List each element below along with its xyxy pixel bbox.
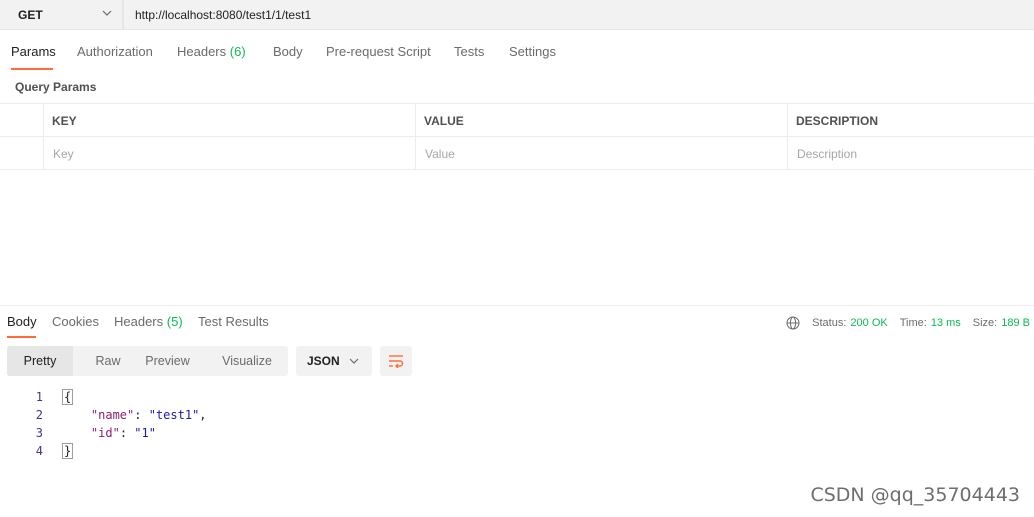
description-input[interactable]: Description [797, 137, 1032, 170]
line-number: 2 [35, 408, 43, 422]
request-url-bar: GET http://localhost:8080/test1/1/test1 [0, 0, 1034, 31]
wrap-lines-icon [389, 355, 404, 368]
chevron-down-icon [349, 358, 359, 364]
method-select[interactable]: GET [0, 0, 123, 30]
column-header-description: DESCRIPTION [796, 113, 879, 128]
line-number: 3 [35, 426, 43, 440]
value-input[interactable]: Value [425, 137, 785, 170]
response-headers-count-badge: (5) [166, 314, 183, 329]
active-response-tab-indicator [7, 336, 36, 338]
json-key: "name" [90, 408, 135, 422]
active-tab-indicator [11, 68, 53, 70]
url-input[interactable]: http://localhost:8080/test1/1/test1 [123, 0, 1034, 30]
json-value: "1" [134, 426, 156, 440]
response-status-bar: Status: 200 OK Time: 13 ms Size: 189 B [786, 314, 1030, 332]
size-value[interactable]: 189 B [1001, 317, 1030, 329]
response-tab-test-results[interactable]: Test Results [198, 314, 269, 329]
tab-pre-request-script[interactable]: Pre-request Script [326, 44, 431, 59]
params-table: KEY VALUE DESCRIPTION Key Value Descript… [0, 103, 1034, 170]
method-label: GET [18, 7, 43, 22]
headers-count-badge: (6) [229, 44, 246, 59]
chevron-down-icon [102, 10, 112, 16]
request-tabs: Params Authorization Headers (6) Body Pr… [0, 44, 1034, 70]
open-brace: { [62, 389, 74, 405]
code-line: 3 "id": "1" [0, 424, 1034, 442]
url-text: http://localhost:8080/test1/1/test1 [135, 7, 312, 22]
json-value: "test1" [148, 408, 200, 422]
line-number: 4 [35, 444, 43, 458]
status-value[interactable]: 200 OK [850, 317, 887, 329]
tab-headers[interactable]: Headers (6) [177, 44, 246, 59]
globe-icon[interactable] [786, 316, 800, 330]
column-header-value: VALUE [424, 113, 464, 128]
response-tab-cookies[interactable]: Cookies [52, 314, 99, 329]
code-line: 1 { [0, 388, 1034, 406]
view-pretty-button[interactable]: Pretty [7, 346, 73, 376]
table-row: Key Value Description [0, 137, 1034, 170]
view-visualize-button[interactable]: Visualize [212, 346, 282, 376]
view-raw-button[interactable]: Raw [73, 346, 143, 376]
line-number: 1 [35, 390, 43, 404]
watermark: CSDN @qq_35704443 [810, 484, 1020, 506]
response-body-code[interactable]: 1 { 2 "name": "test1", 3 "id": "1" 4 } [0, 388, 1034, 460]
time-value[interactable]: 13 ms [931, 317, 961, 329]
key-input[interactable]: Key [53, 137, 413, 170]
format-select[interactable]: JSON [296, 346, 372, 376]
time-label: Time: [899, 317, 927, 329]
response-tab-body[interactable]: Body [7, 314, 37, 329]
wrap-lines-button[interactable] [380, 346, 412, 376]
format-label: JSON [307, 354, 340, 368]
status-label: Status: [812, 317, 847, 329]
tab-body[interactable]: Body [273, 44, 303, 59]
response-divider [0, 305, 1034, 306]
code-line: 2 "name": "test1", [0, 406, 1034, 424]
code-line: 4 } [0, 442, 1034, 460]
column-header-key: KEY [52, 113, 77, 128]
json-key: "id" [90, 426, 120, 440]
tab-tests[interactable]: Tests [454, 44, 484, 59]
close-brace: } [62, 443, 74, 459]
tab-settings[interactable]: Settings [509, 44, 556, 59]
tab-authorization[interactable]: Authorization [77, 44, 153, 59]
query-params-title: Query Params [15, 80, 97, 94]
view-mode-group: Pretty Raw Preview Visualize [7, 346, 288, 376]
size-label: Size: [972, 317, 998, 329]
params-header-row: KEY VALUE DESCRIPTION [0, 104, 1034, 137]
response-tab-headers[interactable]: Headers (5) [114, 314, 183, 329]
view-preview-button[interactable]: Preview [135, 346, 200, 376]
tab-params[interactable]: Params [11, 44, 56, 59]
